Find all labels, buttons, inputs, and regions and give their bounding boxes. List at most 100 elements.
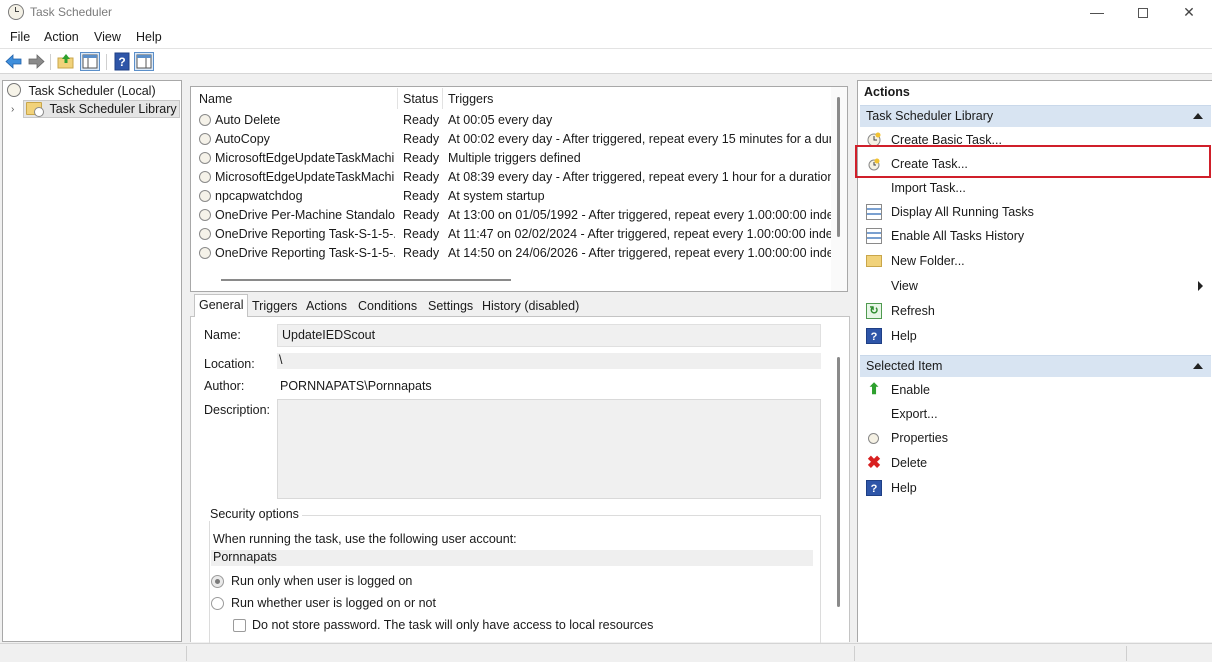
menu-view[interactable]: View: [94, 30, 121, 44]
do-not-store-password-checkbox[interactable]: [233, 619, 246, 632]
action-export[interactable]: Export...: [860, 403, 1211, 425]
tab-conditions[interactable]: Conditions: [354, 297, 421, 317]
action-display-running-tasks[interactable]: Display All Running Tasks: [860, 201, 1211, 223]
detail-vertical-scrollbar[interactable]: [837, 357, 840, 607]
table-row[interactable]: MicrosoftEdgeUpdateTaskMachi... Ready Mu…: [191, 149, 831, 168]
table-row[interactable]: MicrosoftEdgeUpdateTaskMachi... Ready At…: [191, 168, 831, 187]
user-account-value: Pornnapats: [211, 550, 813, 566]
name-label: Name:: [204, 328, 241, 342]
history-icon: [866, 228, 882, 244]
task-name: MicrosoftEdgeUpdateTaskMachi...: [215, 151, 395, 165]
action-enable-tasks-history[interactable]: Enable All Tasks History: [860, 225, 1211, 247]
table-row[interactable]: OneDrive Reporting Task-S-1-5-... Ready …: [191, 244, 831, 263]
task-status: Ready: [403, 151, 440, 165]
column-header-name[interactable]: Name: [199, 87, 232, 111]
radio-logged-on[interactable]: [211, 575, 224, 588]
action-properties[interactable]: Properties: [860, 427, 1211, 449]
forward-arrow-icon[interactable]: [26, 52, 46, 71]
tab-settings[interactable]: Settings: [424, 297, 477, 317]
description-field[interactable]: [277, 399, 821, 499]
submenu-arrow-icon: [1198, 281, 1203, 291]
action-label: Enable: [891, 383, 930, 397]
action-delete[interactable]: ✖ Delete: [860, 452, 1211, 474]
tree-item-library[interactable]: Task Scheduler Library: [23, 100, 180, 118]
task-trigger: At 14:50 on 24/06/2026 - After triggered…: [448, 246, 831, 260]
task-trigger: At 11:47 on 02/02/2024 - After triggered…: [448, 227, 831, 241]
table-row[interactable]: Auto Delete Ready At 00:05 every day: [191, 111, 831, 130]
task-name: Auto Delete: [215, 113, 281, 127]
action-label: Import Task...: [891, 181, 966, 195]
task-icon: [199, 114, 211, 126]
task-icon: [199, 190, 211, 202]
column-header-triggers[interactable]: Triggers: [448, 87, 493, 111]
section-selected-item[interactable]: Selected Item: [860, 355, 1211, 377]
action-view[interactable]: View: [860, 275, 1211, 297]
table-row[interactable]: AutoCopy Ready At 00:02 every day - Afte…: [191, 130, 831, 149]
action-label: Refresh: [891, 304, 935, 318]
task-list: Name Status Triggers Auto Delete Ready A…: [190, 86, 848, 292]
show-console-tree-button[interactable]: [80, 52, 100, 71]
collapse-arrow-icon[interactable]: [1193, 363, 1203, 369]
action-label: Display All Running Tasks: [891, 205, 1034, 219]
create-task-highlight: [855, 145, 1211, 178]
user-account-label: When running the task, use the following…: [213, 532, 517, 546]
radio-whether-logged-on-label: Run whether user is logged on or not: [231, 596, 436, 610]
collapse-arrow-icon[interactable]: [1193, 113, 1203, 119]
section-task-scheduler-library[interactable]: Task Scheduler Library: [860, 105, 1211, 127]
task-icon: [199, 247, 211, 259]
close-button[interactable]: ✕: [1166, 0, 1212, 26]
action-label: Help: [891, 481, 917, 495]
column-header-status[interactable]: Status: [403, 87, 438, 111]
enable-arrow-icon: ⬆: [867, 381, 881, 398]
expand-chevron-icon[interactable]: ›: [11, 104, 14, 115]
radio-whether-logged-on[interactable]: [211, 597, 224, 610]
up-folder-icon[interactable]: [56, 52, 76, 71]
table-row[interactable]: OneDrive Per-Machine Standalo... Ready A…: [191, 206, 831, 225]
action-help-library[interactable]: ? Help: [860, 325, 1211, 347]
task-status: Ready: [403, 132, 440, 146]
action-label: Properties: [891, 431, 948, 445]
author-value: PORNNAPATS\Pornnapats: [280, 379, 432, 393]
action-help-selected[interactable]: ? Help: [860, 477, 1211, 499]
library-folder-icon: [26, 102, 44, 117]
action-import-task[interactable]: Import Task...: [860, 177, 1211, 199]
task-status: Ready: [403, 189, 440, 203]
task-status: Ready: [403, 227, 440, 241]
task-name: AutoCopy: [215, 132, 270, 146]
back-arrow-icon[interactable]: [4, 52, 24, 71]
tab-triggers[interactable]: Triggers: [248, 297, 301, 317]
task-list-horizontal-thumb[interactable]: [221, 279, 511, 281]
properties-icon: [868, 433, 879, 444]
do-not-store-password-label: Do not store password. The task will onl…: [252, 618, 654, 632]
action-label: View: [891, 279, 918, 293]
help-toolbar-icon[interactable]: ?: [112, 52, 132, 71]
maximize-button[interactable]: [1120, 0, 1166, 26]
action-label: Enable All Tasks History: [891, 229, 1025, 243]
show-action-pane-button[interactable]: [134, 52, 154, 71]
tab-actions[interactable]: Actions: [302, 297, 351, 317]
center-pane: Name Status Triggers Auto Delete Ready A…: [188, 80, 852, 645]
tab-history[interactable]: History (disabled): [478, 297, 583, 317]
task-list-vertical-thumb[interactable]: [837, 97, 840, 237]
task-name: npcapwatchdog: [215, 189, 303, 203]
action-enable[interactable]: ⬆ Enable: [860, 379, 1211, 401]
tree-item-root[interactable]: Task Scheduler (Local): [7, 83, 156, 98]
task-status: Ready: [403, 246, 440, 260]
action-refresh[interactable]: ↻ Refresh: [860, 300, 1211, 322]
minimize-button[interactable]: —: [1074, 0, 1120, 26]
radio-logged-on-label: Run only when user is logged on: [231, 574, 413, 588]
action-new-folder[interactable]: New Folder...: [860, 250, 1211, 272]
menu-action[interactable]: Action: [44, 30, 79, 44]
task-name-field[interactable]: UpdateIEDScout: [277, 324, 821, 347]
task-status: Ready: [403, 170, 440, 184]
svg-text:?: ?: [118, 55, 125, 69]
table-row[interactable]: OneDrive Reporting Task-S-1-5-... Ready …: [191, 225, 831, 244]
task-trigger: At 13:00 on 01/05/1992 - After triggered…: [448, 208, 831, 222]
window-title: Task Scheduler: [30, 5, 113, 19]
menu-file[interactable]: File: [10, 30, 30, 44]
task-scheduler-icon: [8, 4, 24, 20]
table-row[interactable]: npcapwatchdog Ready At system startup: [191, 187, 831, 206]
tab-general[interactable]: General: [194, 294, 249, 318]
menu-help[interactable]: Help: [136, 30, 162, 44]
action-pane-icon: [136, 54, 152, 69]
